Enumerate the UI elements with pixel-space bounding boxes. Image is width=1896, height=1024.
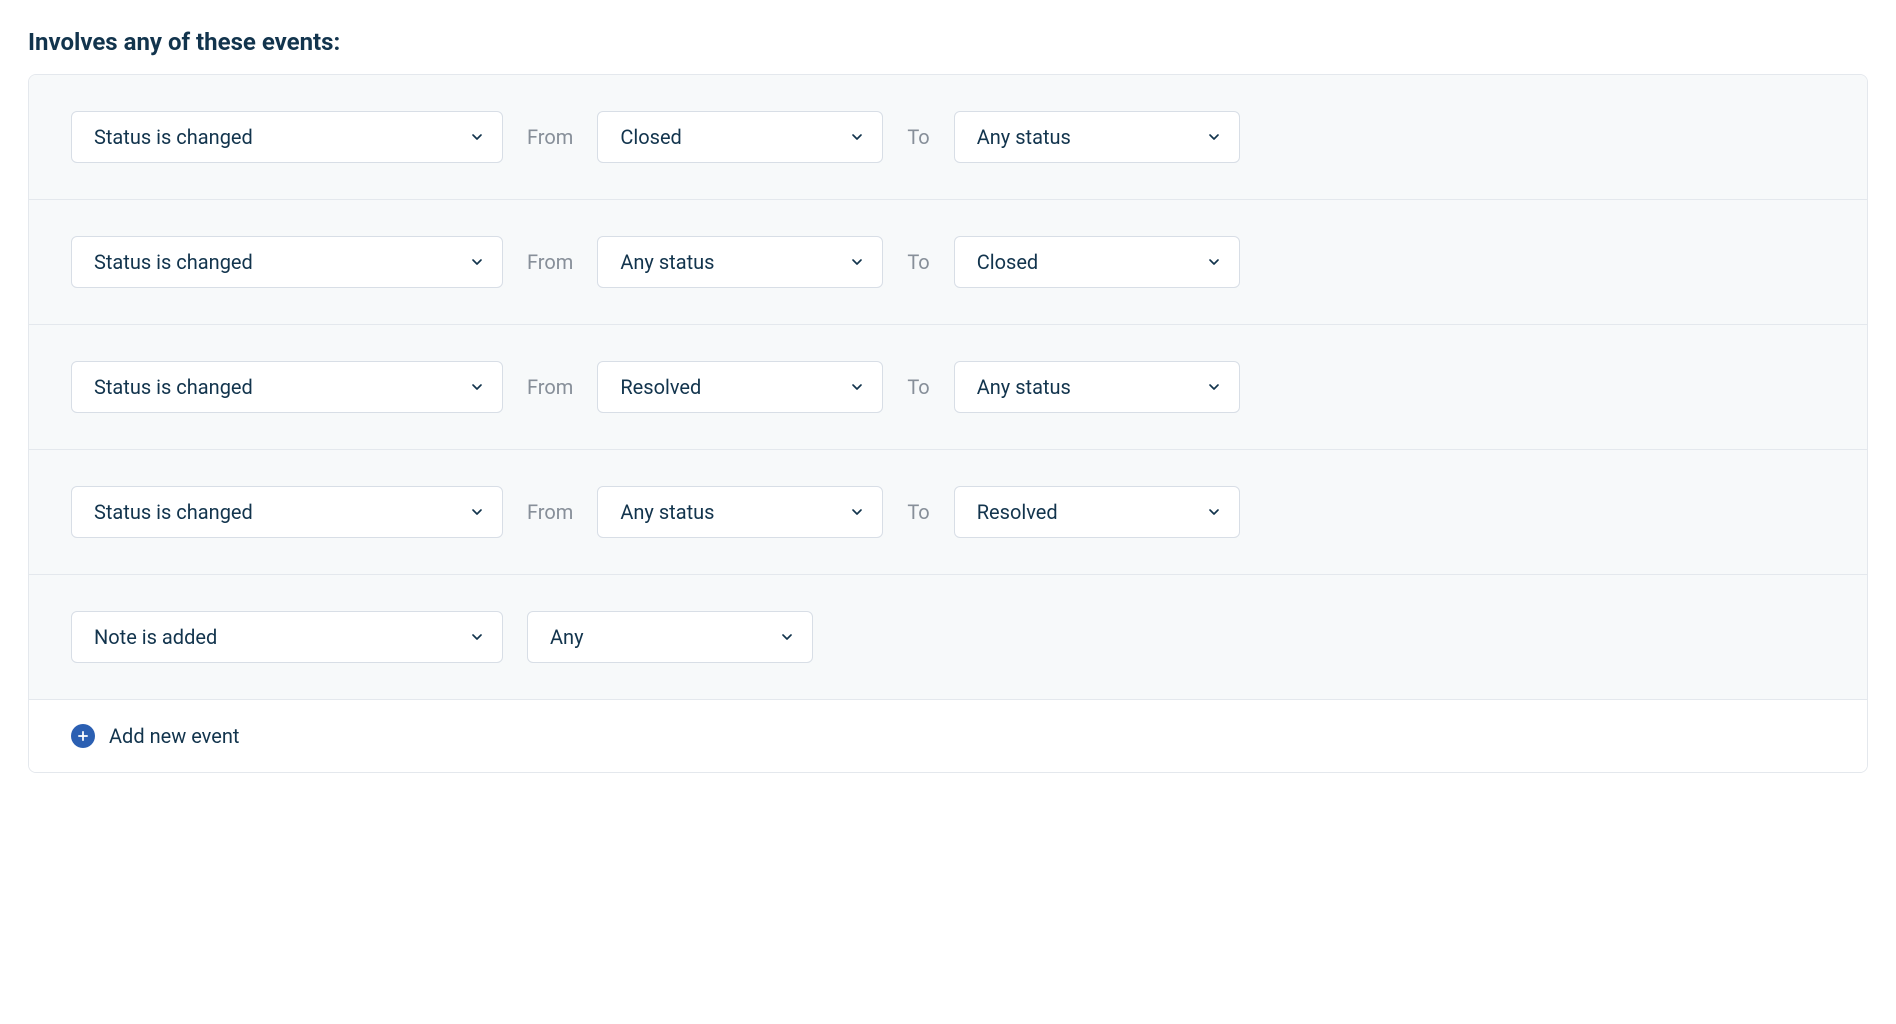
to-status-value: Any status xyxy=(977,375,1071,399)
to-label: To xyxy=(907,500,929,524)
from-label: From xyxy=(527,125,573,149)
event-row: Status is changed From Resolved To Any s… xyxy=(29,325,1867,450)
from-status-select[interactable]: Closed xyxy=(597,111,883,163)
to-label: To xyxy=(907,125,929,149)
from-status-select[interactable]: Any status xyxy=(597,236,883,288)
event-row: Note is added Any xyxy=(29,575,1867,700)
events-panel: Status is changed From Closed To Any sta… xyxy=(28,74,1868,773)
from-status-value: Closed xyxy=(620,125,682,149)
to-status-select[interactable]: Any status xyxy=(954,361,1240,413)
from-label: From xyxy=(527,500,573,524)
to-label: To xyxy=(907,375,929,399)
event-type-select[interactable]: Status is changed xyxy=(71,111,503,163)
event-type-value: Status is changed xyxy=(94,125,253,149)
event-type-select[interactable]: Status is changed xyxy=(71,361,503,413)
event-type-value: Status is changed xyxy=(94,500,253,524)
section-title: Involves any of these events: xyxy=(28,28,1868,56)
from-label: From xyxy=(527,375,573,399)
from-status-value: Any status xyxy=(620,500,714,524)
event-type-value: Status is changed xyxy=(94,250,253,274)
event-type-value: Note is added xyxy=(94,625,217,649)
to-status-value: Closed xyxy=(977,250,1039,274)
to-status-select[interactable]: Resolved xyxy=(954,486,1240,538)
to-status-select[interactable]: Closed xyxy=(954,236,1240,288)
event-type-select[interactable]: Note is added xyxy=(71,611,503,663)
event-type-select[interactable]: Status is changed xyxy=(71,236,503,288)
event-row: Status is changed From Closed To Any sta… xyxy=(29,75,1867,200)
add-new-event-button[interactable]: Add new event xyxy=(29,700,1867,772)
event-row: Status is changed From Any status To Res… xyxy=(29,450,1867,575)
from-status-value: Resolved xyxy=(620,375,701,399)
to-status-value: Any status xyxy=(977,125,1071,149)
to-status-value: Resolved xyxy=(977,500,1058,524)
from-label: From xyxy=(527,250,573,274)
note-scope-value: Any xyxy=(550,625,584,649)
event-row: Status is changed From Any status To Clo… xyxy=(29,200,1867,325)
from-status-value: Any status xyxy=(620,250,714,274)
event-type-select[interactable]: Status is changed xyxy=(71,486,503,538)
from-status-select[interactable]: Any status xyxy=(597,486,883,538)
from-status-select[interactable]: Resolved xyxy=(597,361,883,413)
note-scope-select[interactable]: Any xyxy=(527,611,813,663)
add-new-event-label: Add new event xyxy=(109,724,239,748)
to-label: To xyxy=(907,250,929,274)
plus-circle-icon xyxy=(71,724,95,748)
event-type-value: Status is changed xyxy=(94,375,253,399)
to-status-select[interactable]: Any status xyxy=(954,111,1240,163)
